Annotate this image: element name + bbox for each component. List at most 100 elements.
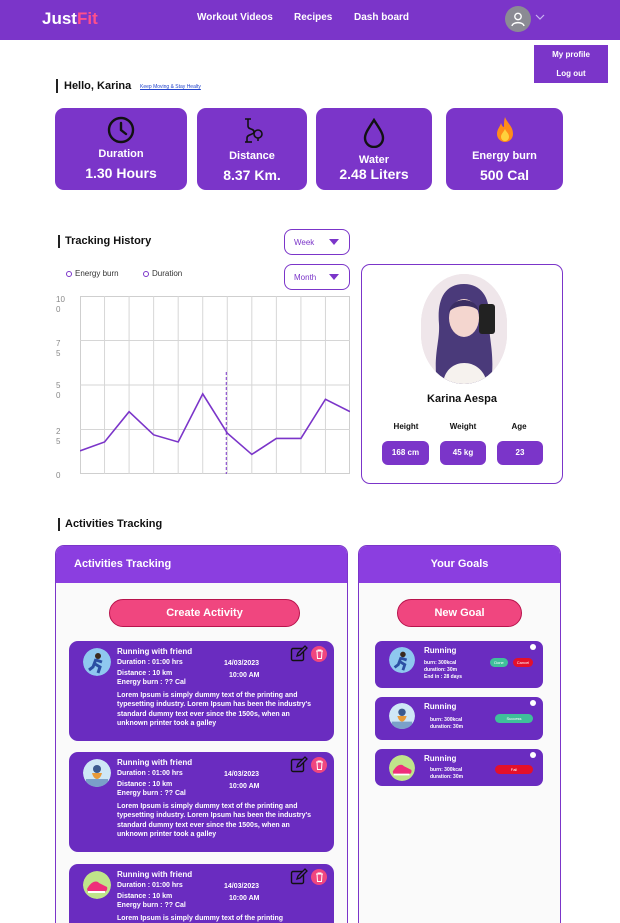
activity-distance: Distance : 10 km [117,781,173,788]
activity-date: 14/03/2023 [224,883,260,890]
activity-description: Lorem Ipsum is simply dummy text of the … [117,803,312,838]
activity-time: 10:00 AM [229,672,260,679]
sneaker-avatar [389,755,415,781]
top-navbar: JustFit Workout Videos Recipes Dash boar… [0,0,620,40]
goal-fail-badge: Fail [495,765,533,774]
sneaker-avatar [83,871,111,899]
goal-cancel-button[interactable]: Cancel [513,658,533,667]
activity-duration: Duration : 01:00 hrs [117,882,183,889]
month-select-value: Month [294,273,317,282]
user-icon [511,12,525,27]
activity-description: Lorem Ipsum is simply dummy text of the … [117,692,312,727]
runner-avatar [389,703,415,729]
profile-name: Karina Aespa [427,393,497,405]
height-label: Height [393,422,419,431]
logo-fit: Fit [76,9,98,28]
legend-duration: Duration [143,269,182,278]
close-icon[interactable] [530,644,536,650]
nav-workout-videos[interactable]: Workout Videos [197,12,273,23]
goal-title: Running [424,646,457,655]
goals-panel-header: Your Goals [359,546,560,583]
delete-button[interactable] [311,646,327,662]
profile-dropdown-menu: My profile Log out [534,45,608,83]
y-tick-label: 25 [56,427,61,446]
legend-energy-burn: Energy burn [66,269,119,278]
water-drop-icon [363,118,385,148]
activity-title: Running with friend [117,870,193,879]
activity-distance: Distance : 10 km [117,893,173,900]
y-tick-label: 10 0 [56,295,65,314]
app-root: JustFit Workout Videos Recipes Dash boar… [0,0,620,923]
activity-time: 10:00 AM [229,895,260,902]
trash-icon [315,649,323,659]
goal-duration: duration: 30m [430,724,464,730]
activities-section-title: Activities Tracking [58,518,162,531]
delete-button[interactable] [311,869,327,885]
stat-value: 8.37 Km. [223,167,281,183]
nav-dashboard[interactable]: Dash board [354,12,409,23]
goals-panel: Your Goals New Goal Running burn: 300kca… [358,545,561,923]
activity-time: 10:00 AM [229,783,260,790]
delete-button[interactable] [311,757,327,773]
weight-value: 45 kg [440,441,486,465]
y-tick-label: 0 [56,471,61,480]
goal-end: End in : 28 days [424,674,463,680]
logo[interactable]: JustFit [42,9,98,29]
new-goal-button[interactable]: New Goal [397,599,522,627]
week-select[interactable]: Week [284,229,350,255]
legend-dot-icon [66,270,72,277]
stat-card-duration: Duration 1.30 Hours [55,108,187,190]
stat-label: Energy burn [472,150,537,162]
goal-card[interactable]: Running burn: 300kcal duration: 30m Succ… [375,697,543,740]
age-label: Age [511,422,527,431]
edit-icon[interactable] [290,645,308,663]
activity-card[interactable]: Running with friend Duration : 01:00 hrs… [69,752,334,852]
goal-title: Running [424,702,457,711]
legend-label: Duration [152,269,183,278]
fire-icon [496,117,513,142]
goal-title: Running [424,754,457,763]
logo-just: Just [42,9,77,28]
activity-description: Lorem Ipsum is simply dummy text of the … [117,915,284,922]
series-line-energy-burn [80,392,350,456]
goal-card[interactable]: Running burn: 300kcal duration: 30m Fail [375,749,543,786]
edit-icon[interactable] [290,756,308,774]
tracking-line-chart [80,296,350,474]
activity-duration: Duration : 01:00 hrs [117,659,183,666]
activity-card[interactable]: Running with friend Duration : 01:00 hrs… [69,864,334,923]
trash-icon [315,760,323,770]
nav-recipes[interactable]: Recipes [294,12,332,23]
route-icon [245,118,263,143]
goal-burn: burn: 300kcal [430,767,463,773]
activity-card[interactable]: Running with friend Duration : 01:00 hrs… [69,641,334,741]
activity-duration: Duration : 01:00 hrs [117,770,183,777]
age-value: 23 [497,441,543,465]
activity-date: 14/03/2023 [224,771,260,778]
y-tick-label: 75 [56,339,61,358]
caret-down-icon [329,239,339,245]
goal-burn: burn: 300kcal [424,660,457,666]
activity-energy: Energy burn : ?? Cal [117,679,186,686]
profile-card: Karina Aespa Height Weight Age 168 cm 45… [361,264,563,484]
chevron-down-icon[interactable] [535,12,545,22]
activities-panel-title: Activities Tracking [74,558,172,570]
month-select[interactable]: Month [284,264,350,290]
activities-panel-header: Activities Tracking [56,546,347,583]
close-icon[interactable] [530,700,536,706]
menu-item-my-profile[interactable]: My profile [534,50,608,59]
profile-photo [421,274,507,384]
goal-card[interactable]: Running burn: 300kcal duration: 30m End … [375,641,543,688]
stat-value: 1.30 Hours [85,165,157,181]
user-avatar-button[interactable] [505,6,531,32]
goal-duration: duration: 30m [424,667,458,673]
clock-icon [107,116,135,144]
stat-card-distance: Distance 8.37 Km. [197,108,307,190]
edit-icon[interactable] [290,868,308,886]
menu-item-log-out[interactable]: Log out [534,69,608,78]
activity-energy: Energy burn : ?? Cal [117,790,186,797]
goal-done-button[interactable]: Done [490,658,508,667]
greeting-tagline[interactable]: Keep Moving & Stay Healty [140,84,201,90]
close-icon[interactable] [530,752,536,758]
create-activity-button[interactable]: Create Activity [109,599,300,627]
activity-date: 14/03/2023 [224,660,260,667]
